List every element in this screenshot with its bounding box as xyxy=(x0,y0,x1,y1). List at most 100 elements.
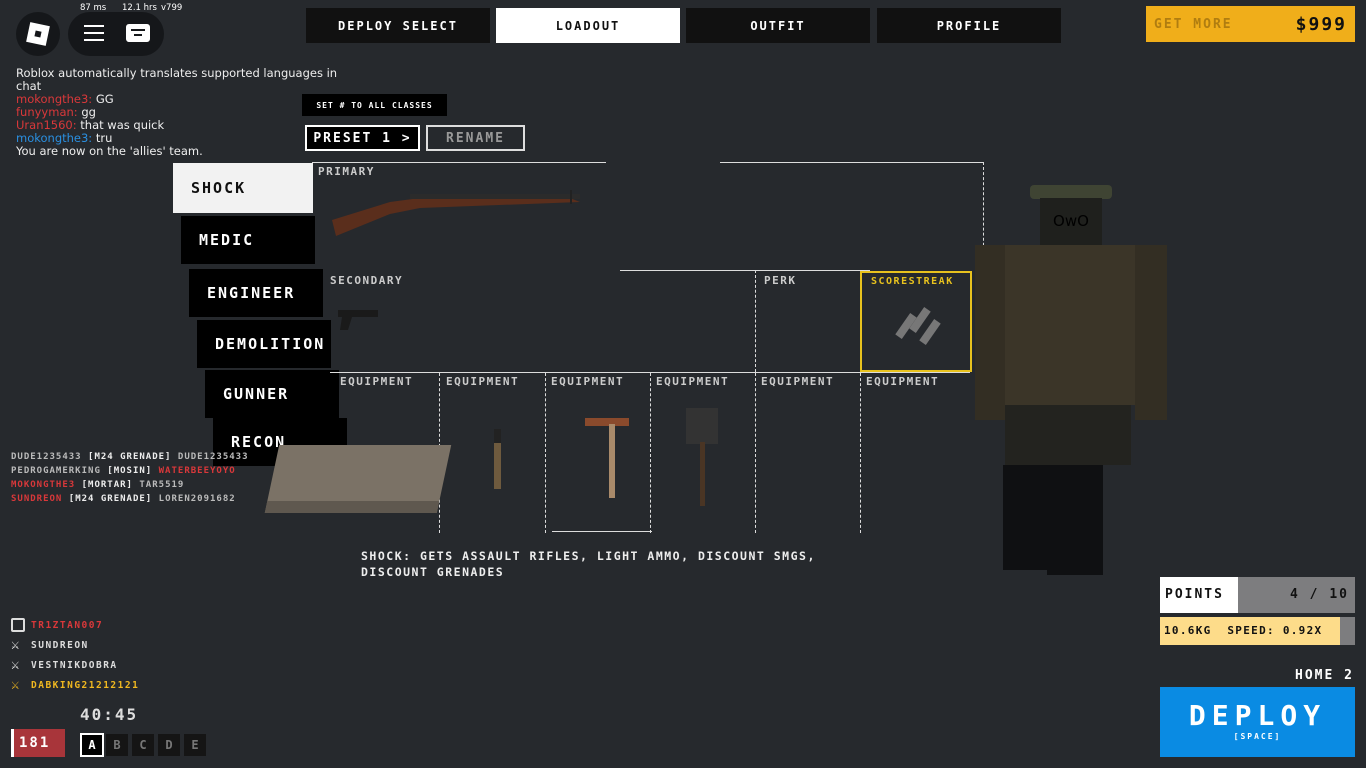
squad-member-name: DABKING21212121 xyxy=(31,679,140,691)
character-model: OwO xyxy=(975,180,1170,580)
chat-username: mokongthe3: xyxy=(16,92,93,106)
scorestreak-slot[interactable]: SCORESTREAK xyxy=(860,271,972,372)
pistol-icon xyxy=(338,310,378,330)
primary-label: PRIMARY xyxy=(318,165,375,178)
divider xyxy=(312,162,606,163)
kill-feed-entry: PEDROGAMERKING [MOSIN] WATERBEEYOYO xyxy=(11,464,249,478)
divider xyxy=(755,270,756,372)
deploy-button[interactable]: DEPLOY [SPACE] xyxy=(1160,687,1355,757)
hamburger-menu-icon[interactable] xyxy=(84,25,104,41)
divider xyxy=(552,531,652,532)
equipment-slot[interactable]: EQUIPMENT xyxy=(761,374,865,532)
mortar-shells-icon xyxy=(895,307,941,345)
kill-feed-entry: MOKONGTHE3 [MORTAR] TAR5519 xyxy=(11,478,249,492)
rifle-icon xyxy=(332,190,580,236)
skull-icon xyxy=(11,618,25,632)
kill-weapon: [MOSIN] xyxy=(107,466,153,476)
equipment-slot[interactable]: EQUIPMENT xyxy=(866,374,970,532)
capture-point-c[interactable]: C xyxy=(132,734,154,756)
weight-speed-text: 10.6KG SPEED: 0.92X xyxy=(1164,624,1323,637)
primary-weapon-slot[interactable] xyxy=(318,180,718,265)
tab-loadout[interactable]: LOADOUT xyxy=(496,8,680,43)
set-all-classes-button[interactable]: SET # TO ALL CLASSES xyxy=(302,94,447,116)
kill-feed-entry: DUDE1235433 [M24 GRENADE] DUDE1235433 xyxy=(11,450,249,464)
squad-member: ⚔ VESTNIKDOBRA xyxy=(11,655,139,675)
preset-selector[interactable]: PRESET 1 > xyxy=(305,125,420,151)
character-face-text: OwO xyxy=(1053,212,1089,230)
secondary-weapon-slot[interactable] xyxy=(330,290,750,368)
version: v799 xyxy=(161,3,183,13)
equipment-label: EQUIPMENT xyxy=(761,375,835,388)
squad-member: TR1ZTAN007 xyxy=(11,615,139,635)
hammer-icon xyxy=(585,418,629,426)
kill-weapon: [M24 GRENADE] xyxy=(88,452,172,462)
capture-point-e[interactable]: E xyxy=(184,734,206,756)
tab-deploy-select[interactable]: DEPLOY SELECT xyxy=(306,8,490,43)
chat-username: Uran1560: xyxy=(16,118,77,132)
divider xyxy=(860,373,861,533)
class-tab-demolition[interactable]: DEMOLITION xyxy=(197,320,331,368)
chat-username: funyyman: xyxy=(16,105,78,119)
match-timer: 40:45 xyxy=(80,705,139,724)
tab-profile[interactable]: PROFILE xyxy=(877,8,1061,43)
spawn-location: HOME 2 xyxy=(1295,668,1354,683)
divider xyxy=(755,373,756,533)
perk-slot[interactable] xyxy=(758,288,858,370)
get-more-label: GET MORE xyxy=(1154,16,1233,32)
squad-member-name: VESTNIKDOBRA xyxy=(31,659,118,671)
perk-label: PERK xyxy=(764,274,797,287)
sword-icon: ⚔ xyxy=(11,637,21,653)
points-panel: POINTS 4 / 10 xyxy=(1160,577,1355,613)
victim-name: LOREN2091682 xyxy=(158,494,236,504)
equipment-slot[interactable]: EQUIPMENT xyxy=(446,374,550,532)
equipment-label: EQUIPMENT xyxy=(551,375,625,388)
weight-speed-bar: 10.6KG SPEED: 0.92X xyxy=(1160,617,1355,645)
class-tab-medic[interactable]: MEDIC xyxy=(181,216,315,264)
kill-feed-entry: SUNDREON [M24 GRENADE] LOREN2091682 xyxy=(11,492,249,506)
equipment-slot[interactable]: EQUIPMENT xyxy=(656,374,760,532)
killer-name: SUNDREON xyxy=(11,494,63,504)
chat-text: that was quick xyxy=(80,118,165,132)
class-tab-engineer[interactable]: ENGINEER xyxy=(189,269,323,317)
killer-name: MOKONGTHE3 xyxy=(11,480,76,490)
capture-point-a[interactable]: A xyxy=(80,733,104,757)
chat-text: gg xyxy=(81,105,96,119)
capture-point-d[interactable]: D xyxy=(158,734,180,756)
equipment-label: EQUIPMENT xyxy=(656,375,730,388)
points-value: 4 / 10 xyxy=(1290,587,1349,602)
rename-button[interactable]: RENAME xyxy=(426,125,525,151)
victim-name: DUDE1235433 xyxy=(177,452,249,462)
points-label: POINTS xyxy=(1165,587,1224,602)
chat-text: GG xyxy=(95,92,114,106)
class-tab-gunner[interactable]: GUNNER xyxy=(205,370,339,418)
kill-weapon: [M24 GRENADE] xyxy=(68,494,153,504)
kill-weapon: [MORTAR] xyxy=(81,480,133,490)
ammo-crate-icon xyxy=(264,445,452,513)
squad-member-name: TR1ZTAN007 xyxy=(31,619,104,631)
get-more-button[interactable]: GET MORE $999 xyxy=(1146,6,1355,42)
grenade-icon xyxy=(494,429,501,489)
roblox-logo-icon xyxy=(26,22,50,46)
chat-icon[interactable] xyxy=(126,24,150,42)
chat-text: tru xyxy=(95,131,113,145)
equipment-slot[interactable]: EQUIPMENT xyxy=(551,374,655,532)
capture-point-b[interactable]: B xyxy=(106,734,128,756)
squad-member: ⚔ DABKING21212121 xyxy=(11,675,139,695)
class-tab-shock[interactable]: SHOCK xyxy=(173,163,313,213)
equipment-label: EQUIPMENT xyxy=(866,375,940,388)
divider xyxy=(545,373,546,533)
secondary-label: SECONDARY xyxy=(330,274,404,287)
tab-outfit[interactable]: OUTFIT xyxy=(686,8,870,43)
squad-member: ⚔ SUNDREON xyxy=(11,635,139,655)
divider xyxy=(720,162,984,163)
divider xyxy=(650,373,651,533)
sword-icon: ⚔ xyxy=(11,677,21,693)
currency-amount: $999 xyxy=(1295,13,1347,35)
divider xyxy=(620,270,870,271)
chat-username: mokongthe3: xyxy=(16,131,93,145)
roblox-menu-button[interactable] xyxy=(16,12,60,56)
equipment-label: EQUIPMENT xyxy=(446,375,520,388)
squad-member-name: SUNDREON xyxy=(31,639,89,651)
equipment-label: EQUIPMENT xyxy=(340,375,414,388)
victim-name: TAR5519 xyxy=(139,480,185,490)
